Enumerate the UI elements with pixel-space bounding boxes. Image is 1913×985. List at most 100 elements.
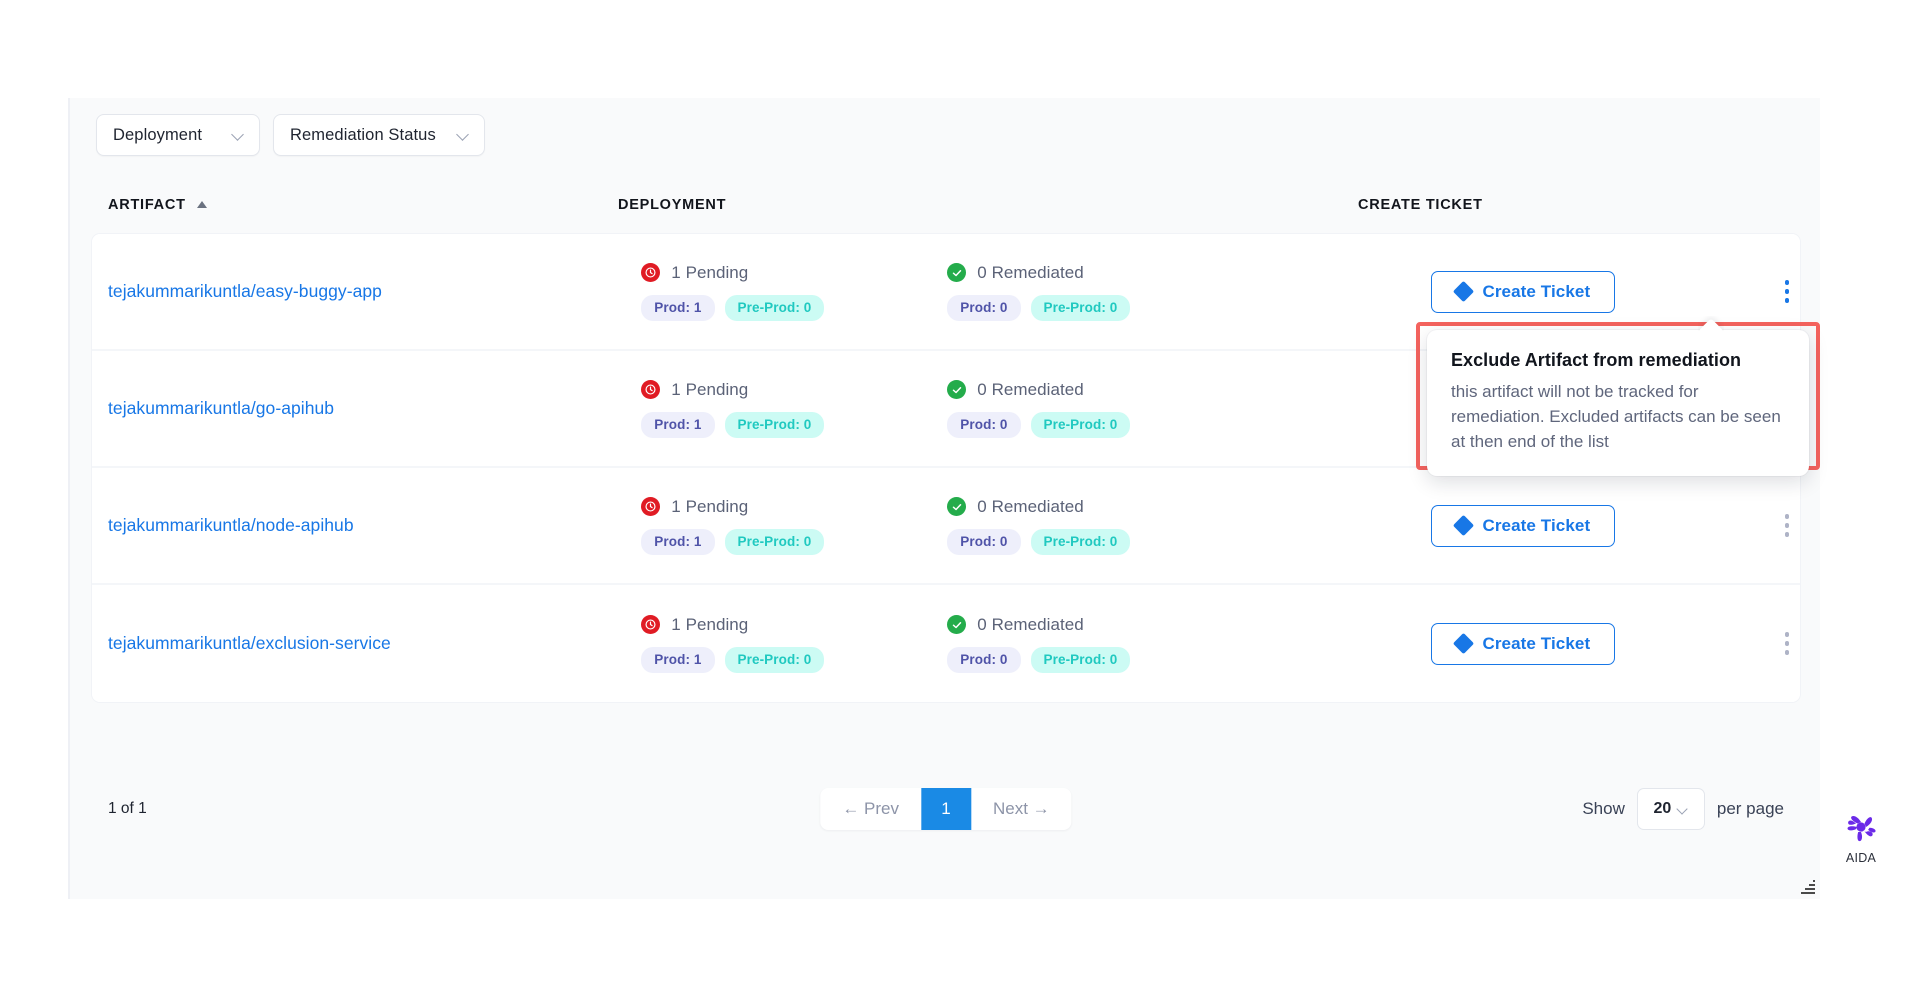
pending-group: 1 Pending Prod: 1 Pre-Prod: 0 [641, 380, 891, 438]
artifact-link[interactable]: tejakummarikuntla/exclusion-service [108, 633, 391, 653]
column-header-artifact[interactable]: ARTIFACT [108, 197, 618, 213]
remediated-group: 0 Remediated Prod: 0 Pre-Prod: 0 [947, 380, 1197, 438]
artifacts-panel: Deployment Remediation Status ARTIFACT D [68, 98, 1820, 899]
table-header-row: ARTIFACT DEPLOYMENT CREATE TICKET [70, 176, 1820, 234]
pending-preprod-badge: Pre-Prod: 0 [725, 295, 825, 321]
app-root: Deployment Remediation Status ARTIFACT D [0, 0, 1913, 985]
row-actions-menu-icon[interactable] [1774, 277, 1800, 307]
remediated-preprod-badge: Pre-Prod: 0 [1031, 412, 1131, 438]
pending-summary: 1 Pending [641, 263, 891, 283]
row-actions-menu-icon[interactable] [1774, 511, 1800, 541]
kebab-dot [1785, 650, 1790, 655]
tooltip-arrow [1698, 316, 1724, 331]
sort-ascending-icon [197, 201, 207, 208]
remediated-group: 0 Remediated Prod: 0Pre-Prod: 0 [947, 497, 1197, 555]
artifact-link[interactable]: tejakummarikuntla/easy-buggy-app [108, 281, 382, 301]
kebab-dot [1785, 514, 1790, 519]
remediated-status-icon [947, 380, 966, 399]
create-ticket-label: Create Ticket [1482, 516, 1590, 536]
remediated-summary: 0 Remediated [947, 497, 1197, 517]
page-size-value: 20 [1653, 800, 1671, 818]
tooltip-body: this artifact will not be tracked for re… [1451, 379, 1785, 454]
pending-prod-badge: Prod: 1 [641, 529, 714, 555]
remediated-preprod-badge: Pre-Prod: 0 [1031, 647, 1131, 673]
prev-page-button[interactable]: ← Prev [820, 788, 921, 830]
pending-badges: Prod: 1Pre-Prod: 0 [641, 647, 891, 673]
jira-diamond-icon [1453, 633, 1474, 654]
column-header-artifact-label: ARTIFACT [108, 197, 186, 213]
page-number-1[interactable]: 1 [921, 788, 971, 830]
filter-deployment[interactable]: Deployment [96, 114, 260, 156]
artifact-cell: tejakummarikuntla/easy-buggy-app [108, 281, 641, 302]
pending-status-icon [641, 380, 660, 399]
resize-handle[interactable] [1801, 880, 1815, 894]
create-ticket-button[interactable]: Create Ticket [1431, 271, 1615, 313]
remediated-label: 0 Remediated [977, 497, 1083, 517]
column-header-deployment: DEPLOYMENT [618, 197, 1358, 213]
exclude-artifact-tooltip: Exclude Artifact from remediation this a… [1427, 330, 1809, 476]
remediated-prod-badge: Prod: 0 [947, 529, 1020, 555]
remediated-prod-badge: Prod: 0 [947, 295, 1020, 321]
deployment-cell: 1 Pending Prod: 1Pre-Prod: 0 0 Remediated P… [641, 263, 1431, 321]
pending-group: 1 PendingProd: 1Pre-Prod: 0 [641, 615, 891, 673]
pending-badges: Prod: 1 Pre-Prod: 0 [641, 529, 891, 555]
table-footer: 1 of 1 ← Prev 1 Next → Show 20 per page [70, 774, 1820, 844]
pending-label: 1 Pending [671, 497, 748, 517]
filter-bar: Deployment Remediation Status [96, 114, 485, 156]
create-ticket-button[interactable]: Create Ticket [1431, 623, 1615, 665]
pending-summary: 1 Pending [641, 380, 891, 400]
artifact-cell: tejakummarikuntla/go-apihub [108, 398, 641, 419]
pending-summary: 1 Pending [641, 497, 891, 517]
row-menu-cell [1698, 277, 1800, 307]
remediated-prod-badge: Prod: 0 [947, 647, 1020, 673]
aida-label: AIDA [1828, 851, 1894, 865]
artifact-link[interactable]: tejakummarikuntla/node-apihub [108, 515, 354, 535]
filter-deployment-label: Deployment [113, 126, 202, 145]
pending-preprod-badge: Pre-Prod: 0 [725, 529, 825, 555]
remediated-summary: 0 Remediated [947, 263, 1197, 283]
pending-group: 1 Pending Prod: 1 Pre-Prod: 0 [641, 497, 891, 555]
artifact-link[interactable]: tejakummarikuntla/go-apihub [108, 398, 334, 418]
create-ticket-button[interactable]: Create Ticket [1431, 505, 1615, 547]
row-actions-menu-icon[interactable] [1774, 629, 1800, 659]
column-header-deployment-label: DEPLOYMENT [618, 197, 726, 213]
remediated-badges: Prod: 0 Pre-Prod: 0 [947, 412, 1197, 438]
remediated-group: 0 Remediated Prod: 0 Pre-Prod: 0 [947, 615, 1197, 673]
chevron-down-icon [457, 129, 470, 142]
remediated-prod-badge: Prod: 0 [947, 412, 1020, 438]
column-header-create-ticket: CREATE TICKET [1358, 197, 1758, 213]
pending-status-icon [641, 263, 660, 282]
aida-branding[interactable]: AIDA [1828, 810, 1894, 865]
kebab-dot [1785, 280, 1790, 285]
pending-label: 1 Pending [671, 263, 748, 283]
remediated-summary: 0 Remediated [947, 380, 1197, 400]
remediated-badges: Prod: 0Pre-Prod: 0 [947, 529, 1197, 555]
show-label: Show [1582, 799, 1625, 819]
row-menu-cell [1698, 511, 1800, 541]
artifact-cell: tejakummarikuntla/node-apihub [108, 515, 641, 536]
filter-remediation-status[interactable]: Remediation Status [273, 114, 485, 156]
pending-status-icon [641, 615, 660, 634]
kebab-dot [1785, 298, 1790, 303]
pending-status-icon [641, 497, 660, 516]
remediated-summary: 0 Remediated [947, 615, 1197, 635]
remediated-label: 0 Remediated [977, 380, 1083, 400]
table-row: tejakummarikuntla/exclusion-service 1 Pen… [92, 585, 1800, 702]
aida-pinwheel-icon [1844, 810, 1878, 844]
tooltip-title: Exclude Artifact from remediation [1451, 350, 1785, 371]
create-ticket-cell: Create Ticket [1431, 505, 1698, 547]
next-page-button[interactable]: Next → [971, 788, 1072, 830]
pending-prod-badge: Prod: 1 [641, 412, 714, 438]
create-ticket-cell: Create Ticket [1431, 623, 1698, 665]
pagination-control: ← Prev 1 Next → [820, 788, 1071, 830]
pending-badges: Prod: 1Pre-Prod: 0 [641, 295, 891, 321]
kebab-dot [1785, 532, 1790, 537]
pending-preprod-badge: Pre-Prod: 0 [725, 412, 825, 438]
chevron-down-icon [1677, 804, 1688, 815]
row-menu-cell [1698, 629, 1800, 659]
pending-group: 1 Pending Prod: 1Pre-Prod: 0 [641, 263, 891, 321]
deployment-cell: 1 PendingProd: 1Pre-Prod: 0 0 Remediated P… [641, 615, 1431, 673]
remediated-status-icon [947, 615, 966, 634]
page-size-select[interactable]: 20 [1637, 788, 1705, 830]
panel-surface: Deployment Remediation Status ARTIFACT D [68, 98, 1820, 899]
